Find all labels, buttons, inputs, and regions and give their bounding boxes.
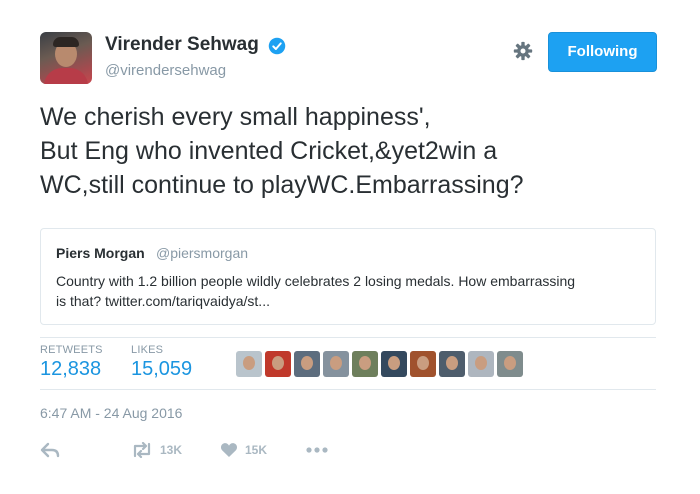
liker-avatar-1[interactable]	[236, 351, 262, 377]
liker-avatar-2[interactable]	[265, 351, 291, 377]
liker-avatar-7[interactable]	[410, 351, 436, 377]
liker-face	[475, 356, 487, 370]
quoted-author-name: Piers Morgan	[56, 245, 145, 261]
liker-avatar-9[interactable]	[468, 351, 494, 377]
liker-face	[301, 356, 313, 370]
author-avatar[interactable]	[40, 32, 92, 84]
liker-face	[446, 356, 458, 370]
liker-face	[417, 356, 429, 370]
retweet-count: 13K	[160, 443, 183, 457]
liker-avatar-3[interactable]	[294, 351, 320, 377]
divider	[40, 337, 656, 338]
likes-label: LIKES	[131, 344, 164, 356]
quoted-text: Country with 1.2 billion people wildly c…	[56, 271, 646, 311]
more-button[interactable]	[306, 441, 328, 459]
tweet-line: We cherish every small happiness',	[40, 103, 431, 131]
author-handle[interactable]: @virendersehwag	[105, 62, 226, 79]
avatar-hair	[53, 37, 79, 47]
likes-count[interactable]: 15,059	[131, 358, 192, 381]
liker-avatar-4[interactable]	[323, 351, 349, 377]
liker-avatar-5[interactable]	[352, 351, 378, 377]
quoted-tweet[interactable]: Piers Morgan @piersmorgan Country with 1…	[40, 228, 656, 325]
liker-avatar-8[interactable]	[439, 351, 465, 377]
liker-face	[243, 356, 255, 370]
tweet-line: WC,still continue to playWC.Embarrassing…	[40, 171, 524, 199]
quoted-line: Country with 1.2 billion people wildly c…	[56, 273, 576, 289]
like-button[interactable]: 15K	[220, 441, 267, 459]
retweets-count[interactable]: 12,838	[40, 358, 101, 381]
reply-button[interactable]	[40, 441, 60, 459]
avatar-shirt	[44, 68, 88, 84]
quoted-line[interactable]: is that? twitter.com/tariqvaidya/st...	[56, 291, 646, 311]
more-dots-icon	[306, 447, 328, 453]
divider	[40, 389, 656, 390]
retweet-button[interactable]: 13K	[131, 441, 182, 459]
liker-avatar-10[interactable]	[497, 351, 523, 377]
author-name[interactable]: Virender Sehwag	[105, 34, 259, 56]
quoted-author-handle: @piersmorgan	[156, 245, 249, 261]
liker-face	[504, 356, 516, 370]
following-button[interactable]: Following	[548, 32, 657, 72]
tweet-line: But Eng who invented Cricket,&yet2win a	[40, 137, 498, 165]
reply-icon	[40, 442, 60, 458]
liker-face	[272, 356, 284, 370]
retweets-label: RETWEETS	[40, 344, 103, 356]
verified-badge-icon	[268, 37, 286, 55]
liker-face	[330, 356, 342, 370]
liker-face	[388, 356, 400, 370]
gear-icon[interactable]	[513, 41, 533, 61]
liker-avatar-6[interactable]	[381, 351, 407, 377]
heart-icon	[220, 443, 238, 457]
liker-face	[359, 356, 371, 370]
retweet-icon	[133, 442, 151, 458]
tweet-timestamp[interactable]: 6:47 AM - 24 Aug 2016	[40, 405, 182, 421]
tweet-text: We cherish every small happiness', But E…	[40, 100, 660, 202]
like-count: 15K	[245, 443, 268, 457]
